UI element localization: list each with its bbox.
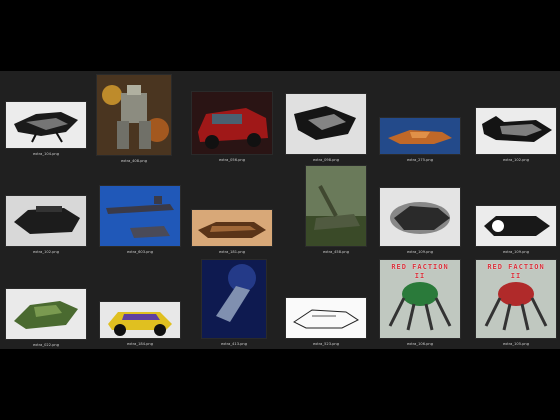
thumbnail-image[interactable] (99, 185, 181, 247)
thumbnail-filename: extra_523.png (312, 342, 339, 346)
thumbnail-item[interactable]: extra_056.png (186, 91, 278, 163)
thumbnail-viewport: extra_104.png extra_408.png extra_056.pn… (0, 71, 560, 349)
thumbnail-item[interactable]: extra_184.png (94, 301, 186, 347)
thumbnail-item[interactable]: RED FACTION II extra_106.png (374, 259, 466, 347)
thumbnail-filename: extra_104.png (32, 152, 59, 156)
thumbnail-item[interactable]: extra_181.png (186, 209, 278, 255)
thumbnail-image[interactable] (99, 301, 181, 339)
thumbnail-image[interactable] (285, 93, 367, 155)
thumbnail-item[interactable]: extra_098.png (280, 93, 372, 163)
thumbnail-item[interactable]: extra_109.png (374, 187, 466, 255)
thumbnail-item[interactable]: extra_102.png (470, 107, 560, 163)
thumbnail-filename: extra_056.png (218, 158, 245, 162)
thumbnail-image[interactable] (96, 74, 172, 156)
thumbnail-image[interactable] (379, 187, 461, 247)
thumbnail-item[interactable]: extra_603.png (94, 185, 186, 255)
thumbnail-item[interactable]: extra_275.png (374, 117, 466, 163)
thumbnail-image[interactable] (379, 117, 461, 155)
thumbnail-filename: extra_105.png (502, 342, 529, 346)
thumbnail-image[interactable] (475, 205, 557, 247)
thumbnail-item[interactable]: extra_413.png (188, 259, 280, 347)
thumbnail-item[interactable]: extra_102.png (0, 195, 92, 255)
thumbnail-filename: extra_102.png (502, 158, 529, 162)
thumbnail-filename: extra_022.png (32, 343, 59, 347)
thumbnail-image[interactable] (191, 91, 273, 155)
thumbnail-image[interactable] (285, 297, 367, 339)
thumbnail-banner-text: RED FACTION II (487, 263, 545, 280)
thumbnail-banner-text: RED FACTION II (391, 263, 449, 280)
thumbnail-image[interactable] (201, 259, 267, 339)
thumbnail-filename: extra_106.png (406, 342, 433, 346)
thumbnail-filename: extra_413.png (220, 342, 247, 346)
thumbnail-item[interactable]: extra_458.png (290, 165, 382, 255)
thumbnail-item[interactable]: RED FACTION II extra_105.png (470, 259, 560, 347)
thumbnail-image[interactable] (5, 101, 87, 149)
thumbnail-filename: extra_098.png (312, 158, 339, 162)
thumbnail-item[interactable]: extra_109.png (470, 205, 560, 255)
thumbnail-item[interactable]: extra_408.png (88, 74, 180, 164)
thumbnail-filename: extra_458.png (322, 250, 349, 254)
thumbnail-item[interactable]: extra_022.png (0, 288, 92, 348)
thumbnail-filename: extra_102.png (32, 250, 59, 254)
thumbnail-filename: extra_184.png (126, 342, 153, 346)
thumbnail-image[interactable] (191, 209, 273, 247)
thumbnail-filename: extra_408.png (120, 159, 147, 163)
thumbnail-item[interactable]: extra_104.png (0, 101, 92, 157)
thumbnail-image[interactable] (5, 195, 87, 247)
thumbnail-image[interactable] (475, 107, 557, 155)
thumbnail-filename: extra_109.png (406, 250, 433, 254)
thumbnail-filename: extra_275.png (406, 158, 433, 162)
thumbnail-filename: extra_181.png (218, 250, 245, 254)
thumbnail-filename: extra_109.png (502, 250, 529, 254)
thumbnail-image[interactable]: RED FACTION II (379, 259, 461, 339)
thumbnail-item[interactable]: extra_523.png (280, 297, 372, 347)
thumbnail-image[interactable] (5, 288, 87, 340)
thumbnail-image[interactable]: RED FACTION II (475, 259, 557, 339)
thumbnail-image[interactable] (305, 165, 367, 247)
thumbnail-filename: extra_603.png (126, 250, 153, 254)
